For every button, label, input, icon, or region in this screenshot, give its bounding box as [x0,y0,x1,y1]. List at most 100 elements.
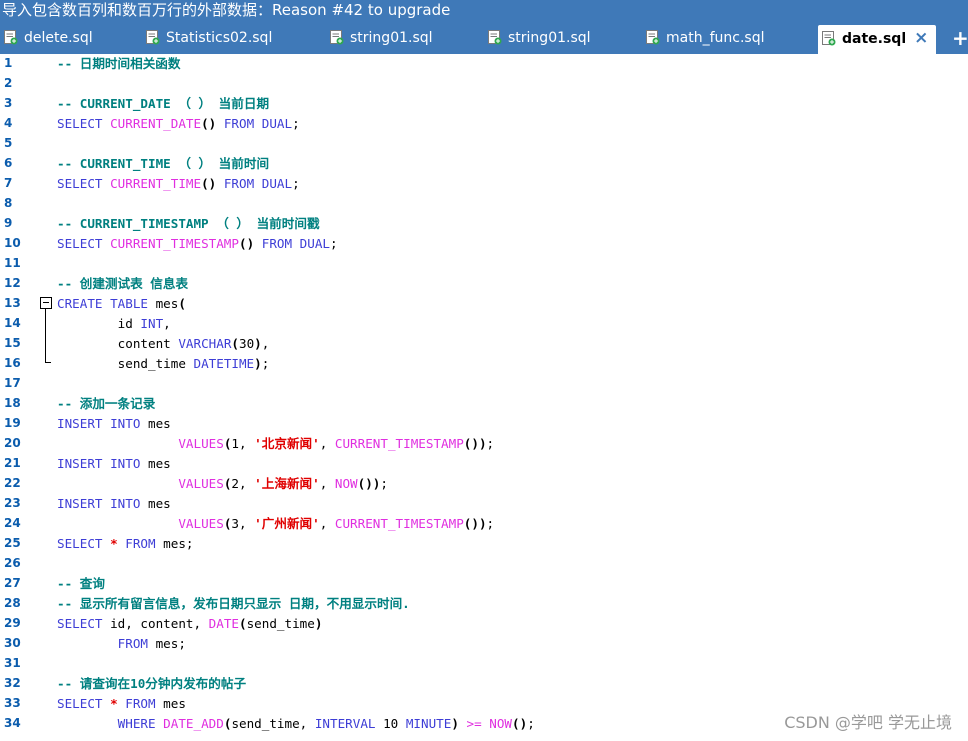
code-token: -- CURRENT_DATE （ ） 当前日期 [57,96,270,111]
code-token: id, content, [110,616,209,631]
code-token: INT [140,316,164,331]
code-line[interactable]: 27 -- 查询 [0,574,968,594]
code-line[interactable]: 24 VALUES(3, '广州新闻', CURRENT_TIMESTAMP()… [0,514,968,534]
tab-statistics02-sql[interactable]: Statistics02.sql [146,26,272,50]
sql-editor[interactable]: 1 -- 日期时间相关函数 2 3 -- CURRENT_DATE （ ） 当前日期 4 S… [0,54,968,741]
code-line[interactable]: 22 VALUES(2, '上海新闻', NOW()); [0,474,968,494]
code-text: -- 创建测试表 信息表 [57,276,188,292]
code-line[interactable]: 4 SELECT CURRENT_DATE() FROM DUAL; [0,114,968,134]
code-line[interactable]: 26 [0,554,968,574]
code-line[interactable]: 30 FROM mes; [0,634,968,654]
line-number: 10 [4,236,21,250]
code-line[interactable]: 17 [0,374,968,394]
code-text: -- 请查询在10分钟内发布的帖子 [57,676,246,692]
code-token: SELECT [57,116,111,131]
sql-file-icon [488,30,502,45]
code-token: send_time [57,356,194,371]
code-token: mes [163,536,186,551]
line-number: 7 [4,176,13,190]
code-token: ; [486,436,495,451]
tab-string01-sql[interactable]: string01.sql [488,26,591,50]
code-text: -- 添加一条记录 [57,396,155,412]
sql-file-icon [646,30,660,45]
watermark: CSDN @学吧 学无止境 [784,713,952,732]
code-text: SELECT id, content, DATE(send_time) [57,616,322,632]
code-token: INSERT [57,456,111,471]
line-number: 17 [4,376,21,390]
code-token: FROM [117,636,156,651]
tab-string01-sql[interactable]: string01.sql [330,26,433,50]
code-token: FROM [223,116,262,131]
close-tab-icon[interactable]: × [914,25,928,52]
code-token: -- 查询 [57,576,105,591]
code-token: SELECT [57,236,111,251]
code-token: SELECT [57,176,111,191]
tab-math_func-sql[interactable]: math_func.sql [646,26,764,50]
code-line[interactable]: 19 INSERT INTO mes [0,414,968,434]
code-line[interactable]: 23 INSERT INTO mes [0,494,968,514]
code-token: DUAL [261,176,293,191]
line-number: 12 [4,276,21,290]
code-line[interactable]: 32 -- 请查询在10分钟内发布的帖子 [0,674,968,694]
sql-file-icon [146,30,160,45]
code-line[interactable]: 7 SELECT CURRENT_TIME() FROM DUAL; [0,174,968,194]
line-number: 3 [4,96,13,110]
tab-date-sql[interactable]: date.sql × [818,25,937,54]
code-token: mes [148,496,171,511]
code-token: 10 [383,716,406,731]
tab-delete-sql[interactable]: delete.sql [4,26,93,50]
code-line[interactable]: 5 [0,134,968,154]
line-number: 13 [4,296,21,310]
tab-label: string01.sql [350,30,433,46]
code-token: FROM [125,536,164,551]
code-line[interactable]: 25 SELECT * FROM mes; [0,534,968,554]
code-token: -- CURRENT_TIMESTAMP （ ） 当前时间戳 [57,216,320,231]
code-line[interactable]: 28 -- 显示所有留言信息，发布日期只显示 日期，不用显示时间. [0,594,968,614]
code-line[interactable]: 15 content VARCHAR(30), [0,334,968,354]
code-token: ()) [357,476,381,491]
code-token: FROM [261,236,300,251]
code-token: CURRENT_TIME [110,176,202,191]
code-token: FROM [223,176,262,191]
code-line[interactable]: 3 -- CURRENT_DATE （ ） 当前日期 [0,94,968,114]
code-line[interactable]: 12 -- 创建测试表 信息表 [0,274,968,294]
fold-guide-end [45,362,51,363]
fold-toggle-icon[interactable] [40,297,52,309]
line-number: 9 [4,216,13,230]
code-line[interactable]: 21 INSERT INTO mes [0,454,968,474]
code-token: -- 显示所有留言信息，发布日期只显示 日期，不用显示时间. [57,596,410,611]
code-token: , [163,316,171,331]
code-token: VALUES [178,476,224,491]
line-number: 30 [4,636,21,650]
code-line[interactable]: 13 CREATE TABLE mes( [0,294,968,314]
code-text: -- CURRENT_TIMESTAMP （ ） 当前时间戳 [57,216,320,232]
code-token: ( [231,336,239,351]
code-line[interactable]: 2 [0,74,968,94]
code-token: send_time, [231,716,315,731]
code-line[interactable]: 10 SELECT CURRENT_TIMESTAMP() FROM DUAL; [0,234,968,254]
code-token: content [57,336,179,351]
code-line[interactable]: 18 -- 添加一条记录 [0,394,968,414]
upgrade-banner[interactable]: 导入包含数百列和数百万行的外部数据：Reason #42 to upgrade [0,0,450,20]
code-line[interactable]: 6 -- CURRENT_TIME （ ） 当前时间 [0,154,968,174]
code-token: SELECT [57,616,111,631]
code-token: CURRENT_DATE [110,116,202,131]
code-line[interactable]: 8 [0,194,968,214]
code-line[interactable]: 14 id INT, [0,314,968,334]
code-line[interactable]: 16 send_time DATETIME); [0,354,968,374]
code-text: id INT, [57,316,171,332]
sql-file-icon [822,31,836,46]
code-line[interactable]: 11 [0,254,968,274]
line-number: 26 [4,556,21,570]
new-tab-button[interactable]: + [952,27,968,49]
code-line[interactable]: 29 SELECT id, content, DATE(send_time) [0,614,968,634]
code-line[interactable]: 20 VALUES(1, '北京新闻', CURRENT_TIMESTAMP()… [0,434,968,454]
code-line[interactable]: 1 -- 日期时间相关函数 [0,54,968,74]
code-text: INSERT INTO mes [57,496,171,512]
code-token: '上海新闻' [254,476,320,491]
code-line[interactable]: 9 -- CURRENT_TIMESTAMP （ ） 当前时间戳 [0,214,968,234]
code-token: 2, [231,476,255,491]
code-token: * [110,696,126,711]
code-line[interactable]: 31 [0,654,968,674]
